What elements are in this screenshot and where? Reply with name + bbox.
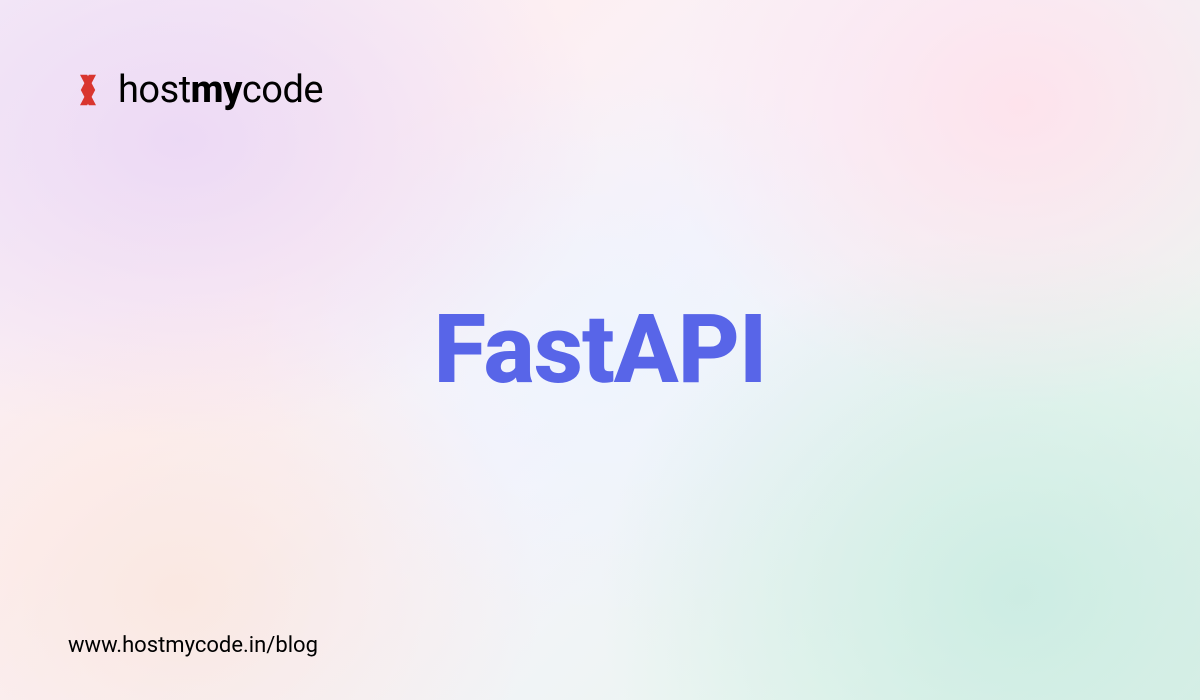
brand-logo-icon [68,70,108,110]
brand-text-part1: host [118,68,191,112]
hero-title: FastAPI [434,294,767,406]
brand-text-part3: code [242,68,323,112]
footer-url: www.hostmycode.in/blog [68,633,318,658]
brand-text-part2: my [191,68,242,112]
brand-logo: hostmycode [68,68,323,112]
brand-logo-text: hostmycode [118,68,323,112]
